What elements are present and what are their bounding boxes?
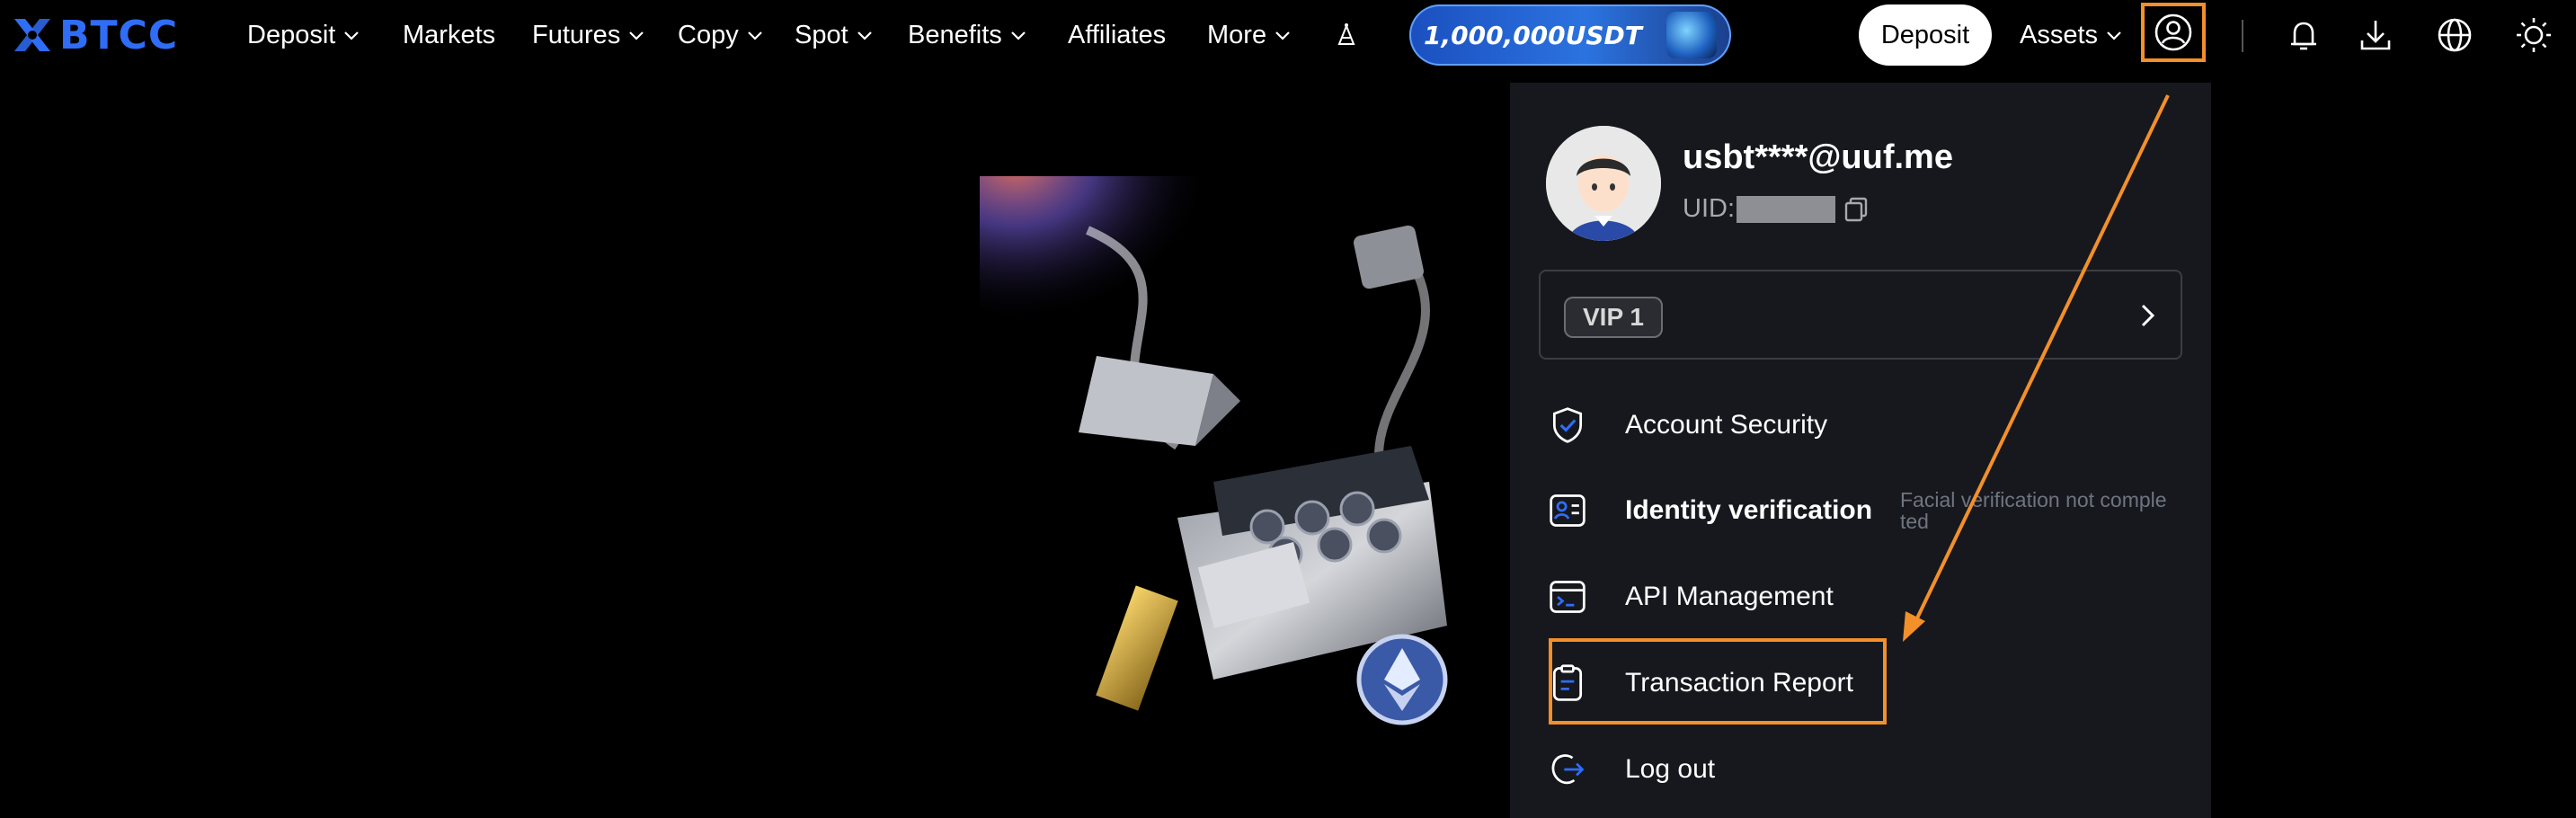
user-uid-row: UID: <box>1683 194 1870 224</box>
nav-deposit[interactable]: Deposit <box>247 0 360 70</box>
nav-futures-label: Futures <box>532 20 621 49</box>
brand-name: BTCC <box>59 12 179 58</box>
nav-deposit-label: Deposit <box>247 20 336 49</box>
menu-item-account-security[interactable]: Account Security <box>1546 394 1827 457</box>
hero-treasure-chest-illustration <box>980 176 1510 751</box>
menu-item-label: Identity verification <box>1625 495 1873 525</box>
bell-icon <box>2291 22 2316 50</box>
avatar <box>1546 126 1661 241</box>
btcc-x-icon <box>14 19 50 51</box>
nav-spot[interactable]: Spot <box>795 0 874 70</box>
nav-more-label: More <box>1207 20 1267 49</box>
nav-event-icon-button[interactable] <box>1332 0 1361 70</box>
nav-markets[interactable]: Markets <box>403 0 495 70</box>
menu-item-api-management[interactable]: API Management <box>1546 565 1834 628</box>
identity-verification-status: Facial verification not completed <box>1900 488 2167 533</box>
toolbar-divider <box>2242 20 2243 52</box>
notifications-button[interactable] <box>2283 14 2324 56</box>
chevron-down-icon <box>344 31 360 40</box>
copy-icon[interactable] <box>1843 196 1870 223</box>
btcc-logo[interactable]: BTCC <box>11 11 178 59</box>
nav-more[interactable]: More <box>1207 0 1292 70</box>
chevron-right-icon <box>2141 304 2155 327</box>
chevron-down-icon <box>1275 31 1290 40</box>
nav-benefits-label: Benefits <box>908 20 1002 49</box>
menu-item-label: Account Security <box>1625 410 1828 440</box>
terminal-icon <box>1546 575 1589 618</box>
globe-icon <box>2438 18 2472 52</box>
nav-affiliates-label: Affiliates <box>1068 20 1167 49</box>
menu-item-log-out[interactable]: Log out <box>1546 738 1715 801</box>
avatar-image <box>1546 126 1661 241</box>
menu-item-identity-verification[interactable]: Identity verification <box>1546 479 1872 542</box>
chevron-down-icon <box>857 31 872 40</box>
party-hat-icon <box>1337 23 1355 45</box>
vip-level-row[interactable]: VIP 1 <box>1539 270 2182 360</box>
nav-copy[interactable]: Copy <box>678 0 764 70</box>
promo-prize-icon <box>1666 12 1717 58</box>
deposit-button[interactable]: Deposit <box>1859 4 1992 66</box>
language-button[interactable] <box>2434 14 2475 56</box>
nav-markets-label: Markets <box>403 20 496 49</box>
transaction-report-highlight <box>1549 638 1887 725</box>
promo-label: 1,000,000USDT <box>1424 20 1642 50</box>
nav-spot-label: Spot <box>795 20 848 49</box>
chevron-down-icon <box>747 31 762 40</box>
chevron-down-icon <box>2107 31 2121 40</box>
assets-menu[interactable]: Assets <box>2020 0 2123 70</box>
user-account-button[interactable] <box>2141 3 2206 62</box>
user-icon <box>2154 13 2192 51</box>
top-navigation-bar: BTCC Deposit Markets Futures Copy Spot B… <box>0 0 2576 70</box>
shield-check-icon <box>1546 404 1589 447</box>
chevron-down-icon <box>1011 31 1026 40</box>
vip-badge: VIP 1 <box>1564 297 1663 338</box>
uid-value-redacted <box>1737 195 1835 223</box>
id-card-icon <box>1546 489 1589 532</box>
nav-copy-label: Copy <box>678 20 739 49</box>
menu-item-label: Log out <box>1625 754 1716 784</box>
assets-label: Assets <box>2020 20 2099 49</box>
sun-icon <box>2517 18 2551 52</box>
nav-affiliates[interactable]: Affiliates <box>1068 0 1166 70</box>
chevron-down-icon <box>629 31 644 40</box>
nav-benefits[interactable]: Benefits <box>908 0 1027 70</box>
nav-futures[interactable]: Futures <box>532 0 645 70</box>
promo-banner-button[interactable]: 1,000,000USDT <box>1409 4 1731 66</box>
logout-icon <box>1546 748 1589 791</box>
theme-toggle-button[interactable] <box>2513 14 2554 56</box>
uid-label: UID: <box>1683 194 1735 223</box>
download-icon <box>2360 21 2391 50</box>
download-app-button[interactable] <box>2355 14 2396 56</box>
menu-item-label: API Management <box>1625 582 1834 611</box>
user-email: usbt****@uuf.me <box>1683 138 1953 176</box>
